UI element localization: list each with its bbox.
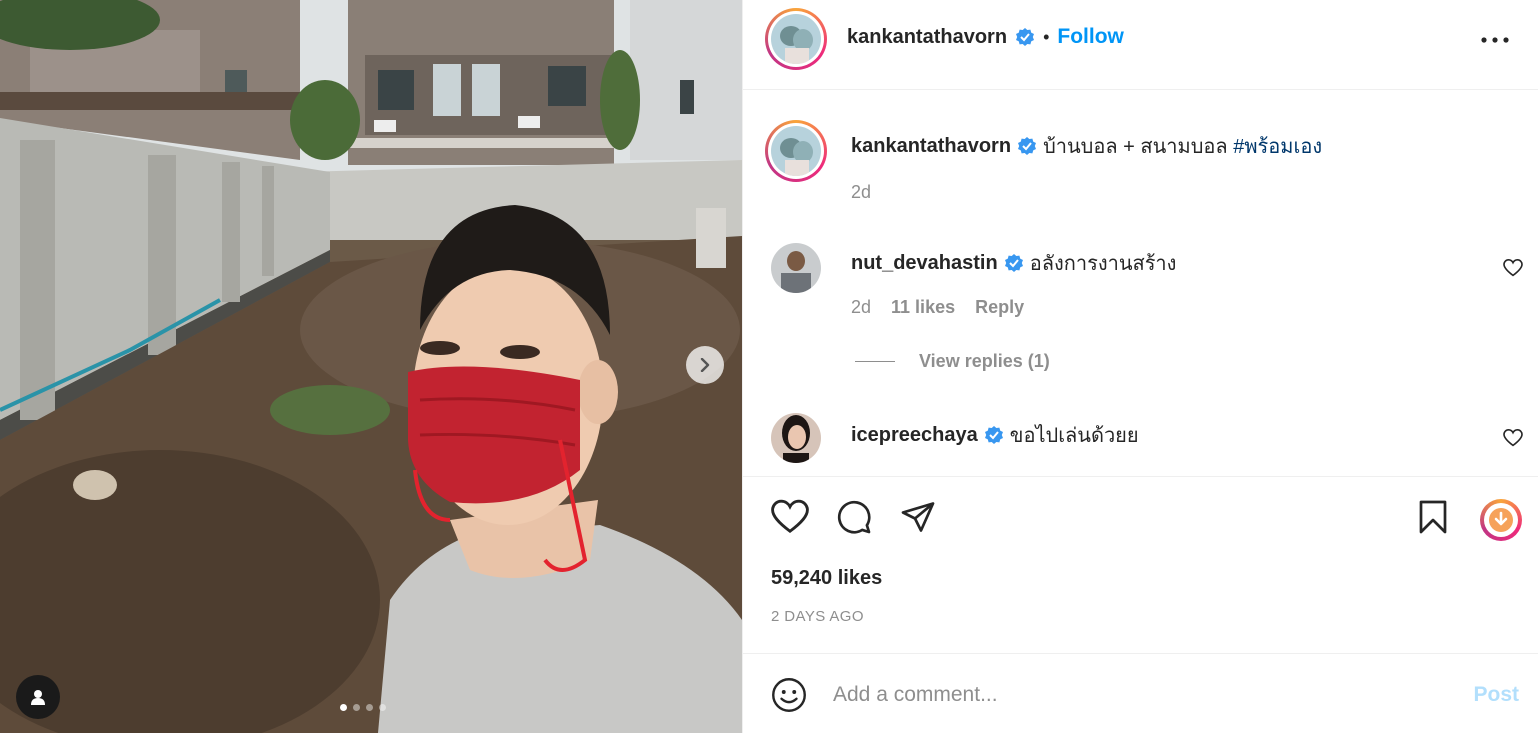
- post-comment-button[interactable]: Post: [1473, 683, 1519, 707]
- follow-button[interactable]: Follow: [1057, 25, 1124, 49]
- reply-button[interactable]: Reply: [975, 297, 1024, 318]
- post-header: kankantathavorn • Follow: [743, 0, 1538, 90]
- comment-text: อลังการงานสร้าง: [1029, 253, 1177, 275]
- comment-input[interactable]: [833, 677, 1393, 713]
- post-media[interactable]: [0, 0, 742, 733]
- comment-text: ขอไปเล่นด้วยย: [1009, 425, 1139, 447]
- user-tag-icon: [31, 690, 45, 705]
- avatar-image: [771, 14, 821, 64]
- caption-author-avatar[interactable]: [765, 120, 827, 182]
- more-options-button[interactable]: [1477, 26, 1513, 54]
- share-send-icon[interactable]: [900, 499, 936, 535]
- carousel-indicator: [340, 704, 386, 711]
- author-username[interactable]: kankantathavorn: [847, 26, 1007, 49]
- view-replies-button[interactable]: View replies (1): [855, 351, 1050, 372]
- avatar-image: [771, 126, 821, 176]
- caption-age: 2d: [851, 182, 872, 202]
- download-extension-button[interactable]: [1480, 499, 1522, 541]
- header-separator: •: [1043, 26, 1050, 47]
- comment-likes[interactable]: 11 likes: [891, 297, 955, 318]
- commenter-avatar[interactable]: [771, 413, 821, 463]
- comment-age: 2d: [851, 297, 872, 317]
- post-side-panel: kankantathavorn • Follow kankantathavorn…: [742, 0, 1538, 733]
- verified-badge-icon: [984, 426, 1003, 444]
- comment-username[interactable]: icepreechaya: [851, 424, 978, 447]
- commenter-avatar[interactable]: [771, 243, 821, 293]
- tagged-users-button[interactable]: [16, 675, 60, 719]
- post-photo: [0, 0, 742, 733]
- replies-divider-line: [855, 361, 895, 362]
- verified-badge-icon: [1004, 254, 1023, 272]
- bookmark-icon[interactable]: [1417, 499, 1449, 535]
- carousel-dot: [340, 704, 347, 711]
- carousel-dot: [353, 704, 360, 711]
- comments-list[interactable]: kankantathavorn บ้านบอล + สนามบอล #พร้อม…: [743, 91, 1538, 476]
- emoji-icon[interactable]: [771, 677, 807, 713]
- like-heart-icon[interactable]: [771, 499, 809, 535]
- next-photo-button[interactable]: [686, 346, 724, 384]
- download-arrow-icon: [1489, 508, 1513, 532]
- comment-bubble-icon[interactable]: [836, 499, 872, 535]
- comment-username[interactable]: nut_devahastin: [851, 252, 998, 275]
- post-actions: 59,240 likes 2 DAYS AGO: [743, 476, 1538, 654]
- verified-badge-icon: [1016, 28, 1035, 46]
- avatar-image: [771, 243, 821, 293]
- heart-icon[interactable]: [1503, 259, 1523, 277]
- post-timestamp: 2 DAYS AGO: [771, 608, 864, 625]
- author-avatar[interactable]: [765, 8, 827, 70]
- caption-text: บ้านบอล + สนามบอล: [1043, 136, 1234, 158]
- heart-icon[interactable]: [1503, 429, 1523, 447]
- more-horizontal-icon: [1481, 37, 1509, 43]
- comment-composer: Post: [743, 655, 1538, 733]
- chevron-right-icon: [700, 358, 710, 372]
- avatar-image: [771, 413, 821, 463]
- likes-count[interactable]: 59,240 likes: [771, 567, 882, 590]
- verified-badge-icon: [1018, 137, 1037, 155]
- view-replies-label: View replies (1): [919, 351, 1050, 371]
- caption-username[interactable]: kankantathavorn: [851, 135, 1011, 158]
- caption-hashtag[interactable]: #พร้อมเอง: [1233, 130, 1322, 162]
- carousel-dot: [366, 704, 373, 711]
- carousel-dot: [379, 704, 386, 711]
